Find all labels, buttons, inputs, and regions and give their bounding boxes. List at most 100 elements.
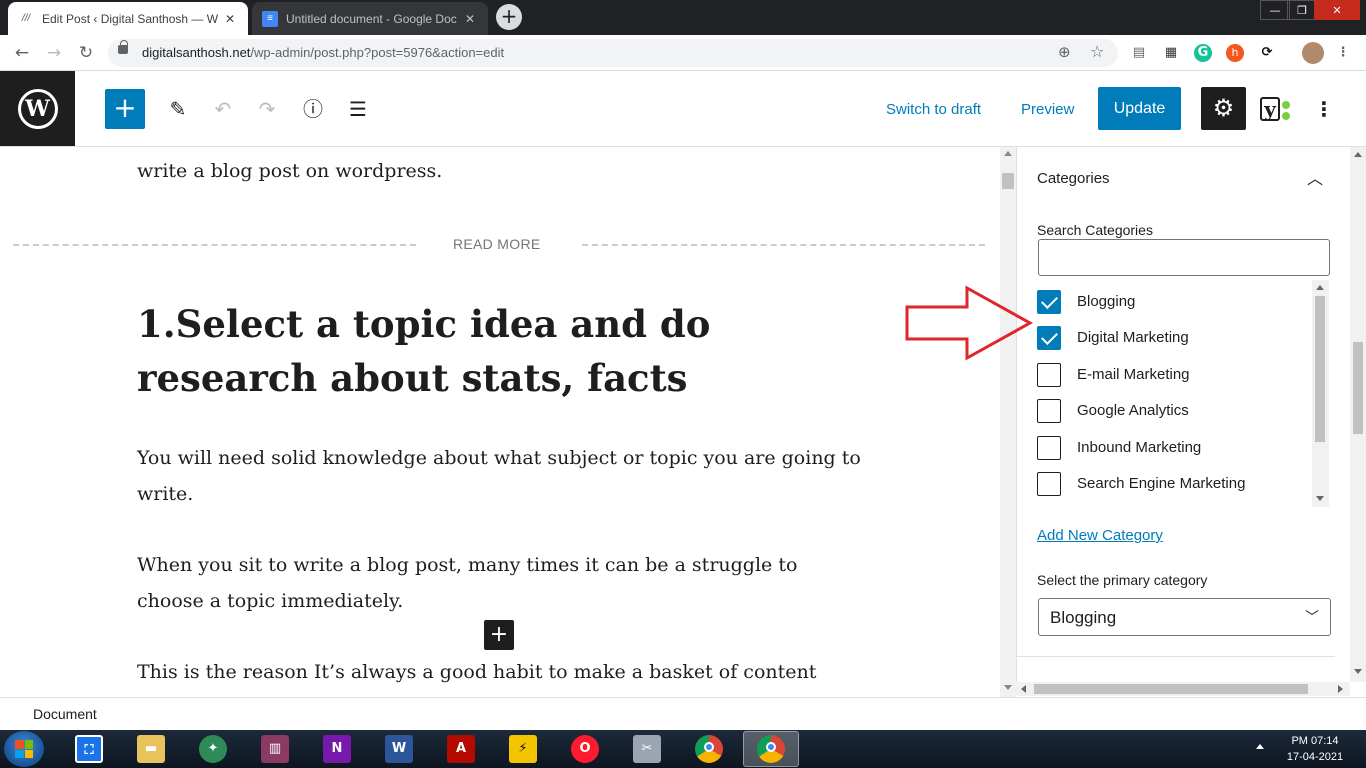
block-inserter-plus-icon[interactable]: + [484, 620, 514, 650]
checkbox[interactable] [1037, 363, 1061, 387]
search-categories-input[interactable] [1038, 239, 1330, 276]
taskbar-winrar[interactable]: ▥ [247, 731, 303, 767]
wordpress-logo-icon: W [17, 88, 58, 129]
category-inbound-marketing[interactable]: Inbound Marketing [1037, 435, 1307, 461]
app-icon: ⚡ [509, 735, 537, 763]
edit-tools-pencil-icon[interactable]: ✎ [164, 95, 192, 123]
editor-header: W + ✎ ↶ ↷ ⓘ ☰ Switch to draft Preview Up… [0, 71, 1366, 147]
preview-button[interactable]: Preview [1021, 101, 1074, 118]
maximize-button[interactable]: ❐ [1287, 0, 1317, 20]
red-arrow-annotation [905, 285, 1033, 361]
primary-category-label: Select the primary category [1037, 572, 1208, 588]
back-icon[interactable]: ← [10, 41, 34, 65]
category-email-marketing[interactable]: E-mail Marketing [1037, 362, 1307, 388]
minimize-button[interactable]: — [1260, 0, 1290, 20]
bookmark-star-icon[interactable]: ☆ [1090, 42, 1104, 61]
category-google-analytics[interactable]: Google Analytics [1037, 398, 1307, 424]
checkbox-checked[interactable] [1037, 290, 1061, 314]
paragraph-block[interactable]: You will need solid knowledge about what… [137, 440, 867, 512]
taskbar-chrome-active[interactable] [743, 731, 799, 767]
sidebar-horizontal-scrollbar[interactable] [1016, 682, 1350, 696]
selected-value: Blogging [1050, 608, 1117, 627]
plus-icon: + [113, 91, 137, 124]
info-details-icon[interactable]: ⓘ [299, 95, 327, 123]
taskbar-snipping-tool[interactable]: ✂ [619, 731, 675, 767]
category-digital-marketing[interactable]: Digital Marketing [1037, 325, 1307, 351]
update-button[interactable]: Update [1098, 87, 1181, 130]
category-search-engine-marketing[interactable]: Search Engine Marketing [1037, 471, 1307, 497]
wordpress-logo-button[interactable]: W [0, 71, 75, 146]
qr-extension-icon[interactable]: ▦ [1162, 44, 1180, 62]
close-tab-icon[interactable]: ✕ [462, 12, 478, 26]
zoom-icon[interactable]: ⊕ [1058, 43, 1071, 61]
system-clock[interactable]: PM 07:14 17-04-2021 [1280, 733, 1350, 765]
divider [1017, 656, 1335, 657]
tab-title: Edit Post ‹ Digital Santhosh — W [42, 11, 219, 26]
undo-icon[interactable]: ↶ [209, 95, 237, 123]
start-button[interactable] [4, 731, 44, 767]
clock-date: 17-04-2021 [1286, 751, 1344, 763]
more-options-icon[interactable]: ⋮ [1312, 95, 1336, 123]
taskbar-onenote[interactable]: N [309, 731, 365, 767]
browser-menu-icon[interactable]: ⋮ [1334, 44, 1352, 62]
tab-edit-post[interactable]: /// Edit Post ‹ Digital Santhosh — W ✕ [8, 2, 248, 35]
category-label: Search Engine Marketing [1077, 475, 1246, 492]
extension-icon[interactable]: ▤ [1130, 44, 1148, 62]
checkbox[interactable] [1037, 399, 1061, 423]
sidebar-scrollbar[interactable] [1350, 147, 1366, 682]
categories-panel-title[interactable]: Categories [1037, 170, 1110, 187]
grammarly-icon[interactable]: G [1194, 44, 1212, 62]
honey-extension-icon[interactable]: h [1226, 44, 1244, 62]
show-hidden-icons-button[interactable] [1256, 744, 1264, 749]
primary-category-select[interactable]: Blogging ﹀ [1038, 598, 1331, 636]
profile-avatar[interactable] [1302, 42, 1324, 64]
taskbar-screen-capture[interactable]: ⛶ [61, 731, 117, 767]
breadcrumb-document[interactable]: Document [33, 706, 97, 722]
tab-title: Untitled document - Google Doc [286, 11, 457, 26]
sync-extension-icon[interactable]: ⟳ [1258, 44, 1276, 62]
close-window-button[interactable]: ✕ [1314, 0, 1360, 20]
editor-scrollbar[interactable] [1000, 147, 1016, 697]
category-label: Blogging [1077, 293, 1136, 310]
paragraph-block[interactable]: write a blog post on wordpress. [137, 160, 442, 182]
category-label: Inbound Marketing [1077, 439, 1202, 456]
read-more-label: READ MORE [453, 236, 541, 252]
settings-gear-icon[interactable]: ⚙ [1201, 87, 1246, 130]
yoast-seo-icon[interactable]: y [1258, 97, 1290, 123]
close-tab-icon[interactable]: ✕ [222, 12, 238, 26]
taskbar-app-yellow[interactable]: ⚡ [495, 731, 551, 767]
taskbar-chrome[interactable] [681, 731, 737, 767]
reload-icon[interactable]: ↻ [74, 41, 98, 65]
block-navigation-list-icon[interactable]: ☰ [344, 95, 372, 123]
taskbar-acrobat[interactable]: A [433, 731, 489, 767]
taskbar-word[interactable]: W [371, 731, 427, 767]
taskbar-file-explorer[interactable]: ▬ [123, 731, 179, 767]
add-block-button[interactable]: + [105, 89, 145, 129]
chevron-up-icon[interactable]: ︿ [1307, 165, 1323, 189]
category-list-scrollbar[interactable] [1312, 280, 1329, 507]
paragraph-block[interactable]: When you sit to write a blog post, many … [137, 547, 867, 619]
heading-block[interactable]: 1.Select a topic idea and do research ab… [137, 297, 877, 405]
taskbar-app-green[interactable]: ✦ [185, 731, 241, 767]
paragraph-block[interactable]: This is the reason It’s always a good ha… [137, 654, 867, 697]
checkbox[interactable] [1037, 436, 1061, 460]
taskbar-opera[interactable]: O [557, 731, 613, 767]
new-tab-button[interactable]: + [496, 4, 522, 30]
chrome-icon [757, 735, 785, 763]
switch-to-draft-button[interactable]: Switch to draft [886, 101, 981, 118]
address-bar[interactable]: digitalsanthosh.net/wp-admin/post.php?po… [108, 39, 1118, 67]
acrobat-icon: A [447, 735, 475, 763]
checkbox[interactable] [1037, 472, 1061, 496]
checkbox-checked[interactable] [1037, 326, 1061, 350]
category-label: E-mail Marketing [1077, 366, 1190, 383]
tab-google-doc[interactable]: ≡ Untitled document - Google Doc ✕ [252, 2, 488, 35]
redo-icon[interactable]: ↷ [253, 95, 281, 123]
wordpress-favicon-icon: /// [21, 13, 31, 24]
windows-logo-icon [15, 740, 33, 758]
category-blogging[interactable]: Blogging [1037, 289, 1307, 315]
forward-icon[interactable]: → [42, 41, 66, 65]
folder-icon: ▬ [137, 735, 165, 763]
add-new-category-link[interactable]: Add New Category [1037, 527, 1163, 544]
screen-capture-icon: ⛶ [75, 735, 103, 763]
read-more-block[interactable]: READ MORE [13, 235, 985, 255]
